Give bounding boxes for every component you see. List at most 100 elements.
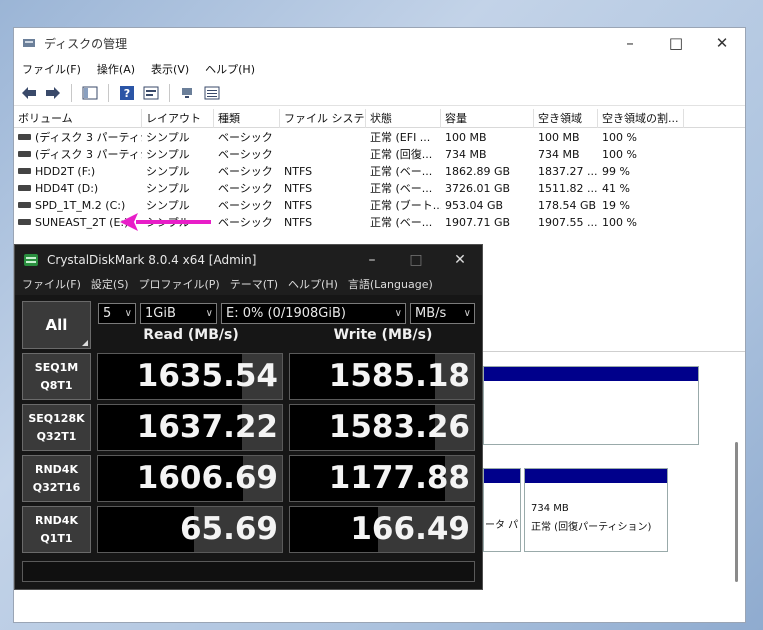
- write-value: 1583.26: [328, 409, 470, 445]
- column-volume[interactable]: ボリューム: [14, 109, 142, 128]
- count-select[interactable]: 5 ∨: [98, 303, 136, 324]
- cdm-menu-theme[interactable]: テーマ(T): [230, 276, 278, 292]
- cell-volume: (ディスク 3 パーティシ...: [14, 129, 142, 146]
- cdm-menu-help[interactable]: ヘルプ(H): [288, 276, 338, 292]
- write-value: 1585.18: [328, 358, 470, 394]
- partition-block-left[interactable]: ータ パ: [483, 468, 521, 552]
- menu-view[interactable]: 表示(V): [151, 61, 189, 77]
- partition-block-upper[interactable]: [483, 366, 699, 445]
- test-label: RND4K: [35, 462, 78, 476]
- size-value: 1GiB: [145, 306, 176, 321]
- list-view-icon[interactable]: [203, 84, 221, 102]
- partition-block-recovery[interactable]: 734 MB 正常 (回復パーティション): [524, 468, 668, 552]
- cell-free-space: 1837.27 ...: [534, 163, 598, 180]
- cell-text: (ディスク 3 パーティシ...: [35, 131, 142, 144]
- menu-action[interactable]: 操作(A): [97, 61, 135, 77]
- drive-value: E: 0% (0/1908GiB): [226, 306, 346, 321]
- column-status[interactable]: 状態: [366, 109, 441, 128]
- test-button[interactable]: RND4K Q1T1: [22, 506, 91, 553]
- column-capacity[interactable]: 容量: [441, 109, 534, 128]
- cell-type: ベーシック: [214, 214, 280, 231]
- cell-free-percent: 100 %: [598, 146, 684, 163]
- partition-left-text: ータ パ: [485, 520, 519, 531]
- write-result: 166.49: [289, 506, 475, 553]
- menu-help[interactable]: ヘルプ(H): [205, 61, 255, 77]
- all-button[interactable]: All: [22, 301, 91, 349]
- back-arrow-icon[interactable]: [20, 84, 38, 102]
- dm-toolbar: ?: [14, 80, 745, 106]
- cell-text: ベーシック: [218, 148, 273, 161]
- read-header: Read (MB/s): [143, 327, 239, 343]
- read-value: 1606.69: [136, 460, 278, 496]
- cell-filesystem: [280, 146, 366, 163]
- maximize-button[interactable]: □: [653, 28, 699, 58]
- cell-free-percent: 100 %: [598, 129, 684, 146]
- write-result: 1583.26: [289, 404, 475, 451]
- cell-text: 1907.55 ...: [538, 216, 598, 229]
- drive-select[interactable]: E: 0% (0/1908GiB) ∨: [221, 303, 406, 324]
- test-label: RND4K: [35, 513, 78, 527]
- cdm-menubar: ファイル(F) 設定(S) プロファイル(P) テーマ(T) ヘルプ(H) 言語…: [15, 274, 482, 294]
- cell-text: 19 %: [602, 199, 630, 212]
- cell-type: ベーシック: [214, 163, 280, 180]
- column-type[interactable]: 種類: [214, 109, 280, 128]
- unit-select[interactable]: MB/s ∨: [410, 303, 475, 324]
- test-label: Q1T1: [40, 531, 73, 545]
- menu-file[interactable]: ファイル(F): [22, 61, 81, 77]
- column-free-percent[interactable]: 空き領域の割...: [598, 109, 684, 128]
- cell-text: 100 %: [602, 131, 637, 144]
- cdm-menu-profile[interactable]: プロファイル(P): [139, 276, 220, 292]
- unit-value: MB/s: [415, 306, 447, 321]
- size-select[interactable]: 1GiB ∨: [140, 303, 217, 324]
- cell-text: 953.04 GB: [445, 199, 504, 212]
- volume-row[interactable]: HDD4T (D:) シンプル ベーシック NTFS 正常 (ベー... 3726.01 …: [14, 180, 745, 197]
- minimize-button[interactable]: –: [607, 28, 653, 58]
- test-label: Q8T1: [40, 378, 73, 392]
- properties-icon[interactable]: [142, 84, 160, 102]
- disk-bar-upper: [484, 367, 698, 381]
- test-button[interactable]: SEQ1M Q8T1: [22, 353, 91, 400]
- cell-text: 正常 (ベー...: [370, 216, 433, 229]
- column-layout[interactable]: レイアウト: [142, 109, 214, 128]
- column-free-space[interactable]: 空き領域: [534, 109, 598, 128]
- cdm-menu-language[interactable]: 言語(Language): [348, 276, 433, 292]
- console-tree-icon[interactable]: [81, 84, 99, 102]
- cell-text: 正常 (回復...: [370, 148, 433, 161]
- cell-free-space: 1907.55 ...: [534, 214, 598, 231]
- cdm-close-button[interactable]: ✕: [438, 245, 482, 274]
- cell-filesystem: NTFS: [280, 180, 366, 197]
- cell-capacity: 734 MB: [441, 146, 534, 163]
- read-result: 1606.69: [97, 455, 283, 502]
- cell-filesystem: NTFS: [280, 197, 366, 214]
- cell-text: HDD2T (F:): [35, 165, 96, 178]
- test-button[interactable]: SEQ128K Q32T1: [22, 404, 91, 451]
- cdm-menu-file[interactable]: ファイル(F): [22, 276, 81, 292]
- cdm-menu-settings[interactable]: 設定(S): [91, 276, 129, 292]
- cell-layout: シンプル: [142, 146, 214, 163]
- volume-row[interactable]: (ディスク 3 パーティシ... シンプル ベーシック 正常 (回復... 734 MB…: [14, 146, 745, 163]
- cell-text: 178.54 GB: [538, 199, 597, 212]
- cell-status: 正常 (EFI ...: [366, 129, 441, 146]
- cell-text: 100 %: [602, 148, 637, 161]
- cell-text: 100 %: [602, 216, 637, 229]
- partition-size: 734 MB: [531, 503, 569, 514]
- volume-row[interactable]: (ディスク 3 パーティシ... シンプル ベーシック 正常 (EFI ... 100 …: [14, 129, 745, 146]
- cell-text: 100 MB: [445, 131, 487, 144]
- cdm-maximize-button[interactable]: □: [394, 245, 438, 274]
- cell-free-percent: 100 %: [598, 214, 684, 231]
- connect-icon[interactable]: [179, 84, 197, 102]
- read-value: 1635.54: [136, 358, 278, 394]
- volume-row[interactable]: HDD2T (F:) シンプル ベーシック NTFS 正常 (ベー... 1862.89 …: [14, 163, 745, 180]
- forward-arrow-icon[interactable]: [44, 84, 62, 102]
- test-button[interactable]: RND4K Q32T16: [22, 455, 91, 502]
- crystaldiskmark-icon: [24, 253, 38, 266]
- disk-bar-left: [484, 469, 520, 483]
- help-icon[interactable]: ?: [118, 84, 136, 102]
- close-button[interactable]: ✕: [699, 28, 745, 58]
- cell-text: 正常 (ベー...: [370, 165, 433, 178]
- cdm-minimize-button[interactable]: –: [350, 245, 394, 274]
- cell-text: ベーシック: [218, 199, 273, 212]
- column-filesystem[interactable]: ファイル システム: [280, 109, 366, 128]
- scrollbar[interactable]: [735, 442, 738, 582]
- cell-text: シンプル: [146, 182, 190, 195]
